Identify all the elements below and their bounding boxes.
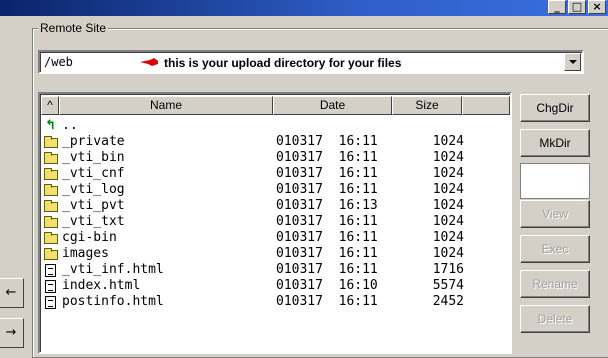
minimize-button[interactable]: _ bbox=[548, 0, 566, 14]
file-row[interactable]: _vti_inf.html 010317 16:11 1716 bbox=[42, 262, 508, 278]
file-row[interactable]: _private 010317 16:11 1024 bbox=[42, 134, 508, 150]
name-column-header[interactable]: Name bbox=[59, 96, 273, 115]
file-size: 1024 bbox=[432, 182, 464, 197]
chevron-down-icon bbox=[569, 60, 577, 64]
file-size: 5574 bbox=[432, 278, 464, 293]
file-name: _private bbox=[62, 134, 125, 149]
file-row[interactable]: ↰.. bbox=[42, 118, 508, 134]
file-name: _vti_pvt bbox=[62, 198, 125, 213]
folder-icon bbox=[44, 215, 58, 229]
folder-icon bbox=[44, 167, 58, 181]
file-row[interactable]: images 010317 16:11 1024 bbox=[42, 246, 508, 262]
file-size: 1024 bbox=[432, 166, 464, 181]
file-date: 010317 16:11 bbox=[276, 166, 378, 181]
folder-icon bbox=[44, 151, 58, 165]
file-icon bbox=[44, 263, 58, 277]
folder-icon bbox=[44, 199, 58, 213]
window-controls: _ □ × bbox=[548, 0, 606, 14]
file-name: images bbox=[62, 246, 109, 261]
file-name: .. bbox=[62, 118, 78, 133]
file-name: index.html bbox=[62, 278, 141, 293]
file-row[interactable]: _vti_cnf 010317 16:11 1024 bbox=[42, 166, 508, 182]
file-size: 1024 bbox=[432, 198, 464, 213]
folder-icon bbox=[44, 231, 58, 245]
file-date: 010317 16:10 bbox=[276, 278, 378, 293]
title-bar: _ □ × bbox=[0, 0, 608, 16]
file-size: 1024 bbox=[432, 134, 464, 149]
close-button[interactable]: × bbox=[588, 0, 606, 14]
file-name: cgi-bin bbox=[62, 230, 117, 245]
view-button[interactable]: View bbox=[520, 200, 590, 228]
transfer-left-button[interactable]: ← bbox=[0, 278, 24, 308]
file-row[interactable]: cgi-bin 010317 16:11 1024 bbox=[42, 230, 508, 246]
file-row[interactable]: index.html 010317 16:10 5574 bbox=[42, 278, 508, 294]
file-row[interactable]: _vti_bin 010317 16:11 1024 bbox=[42, 150, 508, 166]
folder-icon bbox=[44, 135, 58, 149]
file-date: 010317 16:11 bbox=[276, 294, 378, 309]
file-size: 1024 bbox=[432, 246, 464, 261]
file-icon bbox=[44, 295, 58, 309]
file-size: 1024 bbox=[432, 230, 464, 245]
size-column-header[interactable]: Size bbox=[392, 96, 462, 115]
file-size: 1024 bbox=[432, 214, 464, 229]
file-name: _vti_log bbox=[62, 182, 125, 197]
file-date: 010317 16:11 bbox=[276, 214, 378, 229]
file-date: 010317 16:11 bbox=[276, 230, 378, 245]
file-date: 010317 16:11 bbox=[276, 134, 378, 149]
sort-column-header[interactable]: ^ bbox=[41, 96, 59, 115]
delete-button[interactable]: Delete bbox=[520, 305, 590, 333]
file-date: 010317 16:11 bbox=[276, 262, 378, 277]
file-date: 010317 16:11 bbox=[276, 182, 378, 197]
folder-icon bbox=[44, 183, 58, 197]
maximize-button[interactable]: □ bbox=[568, 0, 586, 14]
path-dropdown-button[interactable] bbox=[564, 53, 581, 71]
command-input[interactable] bbox=[520, 163, 590, 199]
rename-button[interactable]: Rename bbox=[520, 270, 590, 298]
exec-button[interactable]: Exec bbox=[520, 235, 590, 263]
group-label: Remote Site bbox=[38, 21, 109, 35]
folder-icon bbox=[44, 247, 58, 261]
file-size: 1024 bbox=[432, 150, 464, 165]
file-rows: ↰.. _private 010317 16:11 1024 _vti_bin 01031… bbox=[42, 118, 508, 310]
up-folder-icon: ↰ bbox=[45, 118, 56, 133]
file-row[interactable]: _vti_pvt 010317 16:13 1024 bbox=[42, 198, 508, 214]
file-size: 2452 bbox=[432, 294, 464, 309]
file-name: postinfo.html bbox=[62, 294, 164, 309]
remote-path-combo[interactable]: /web this is your upload directory for y… bbox=[38, 50, 584, 74]
upload-directory-hint: this is your upload directory for your f… bbox=[164, 56, 402, 70]
mkdir-button[interactable]: MkDir bbox=[520, 129, 590, 157]
file-name: _vti_bin bbox=[62, 150, 125, 165]
file-date: 010317 16:11 bbox=[276, 150, 378, 165]
file-row[interactable]: _vti_txt 010317 16:11 1024 bbox=[42, 214, 508, 230]
pointing-hand-icon bbox=[140, 58, 158, 66]
left-panel: ← → bbox=[0, 16, 26, 348]
date-column-header[interactable]: Date bbox=[273, 96, 392, 115]
file-icon bbox=[44, 279, 58, 293]
file-name: _vti_inf.html bbox=[62, 262, 164, 277]
extra-column-header[interactable] bbox=[462, 96, 510, 115]
file-row[interactable]: postinfo.html 010317 16:11 2452 bbox=[42, 294, 508, 310]
file-size: 1716 bbox=[432, 262, 464, 277]
file-date: 010317 16:11 bbox=[276, 246, 378, 261]
file-row[interactable]: _vti_log 010317 16:11 1024 bbox=[42, 182, 508, 198]
file-name: _vti_cnf bbox=[62, 166, 125, 181]
path-value: /web bbox=[44, 55, 73, 69]
file-name: _vti_txt bbox=[62, 214, 125, 229]
remote-file-list[interactable]: ^ Name Date Size ↰.. _private 010317 16:11… bbox=[38, 92, 512, 354]
transfer-right-button[interactable]: → bbox=[0, 318, 24, 348]
chgdir-button[interactable]: ChgDir bbox=[520, 94, 590, 122]
file-date: 010317 16:13 bbox=[276, 198, 378, 213]
